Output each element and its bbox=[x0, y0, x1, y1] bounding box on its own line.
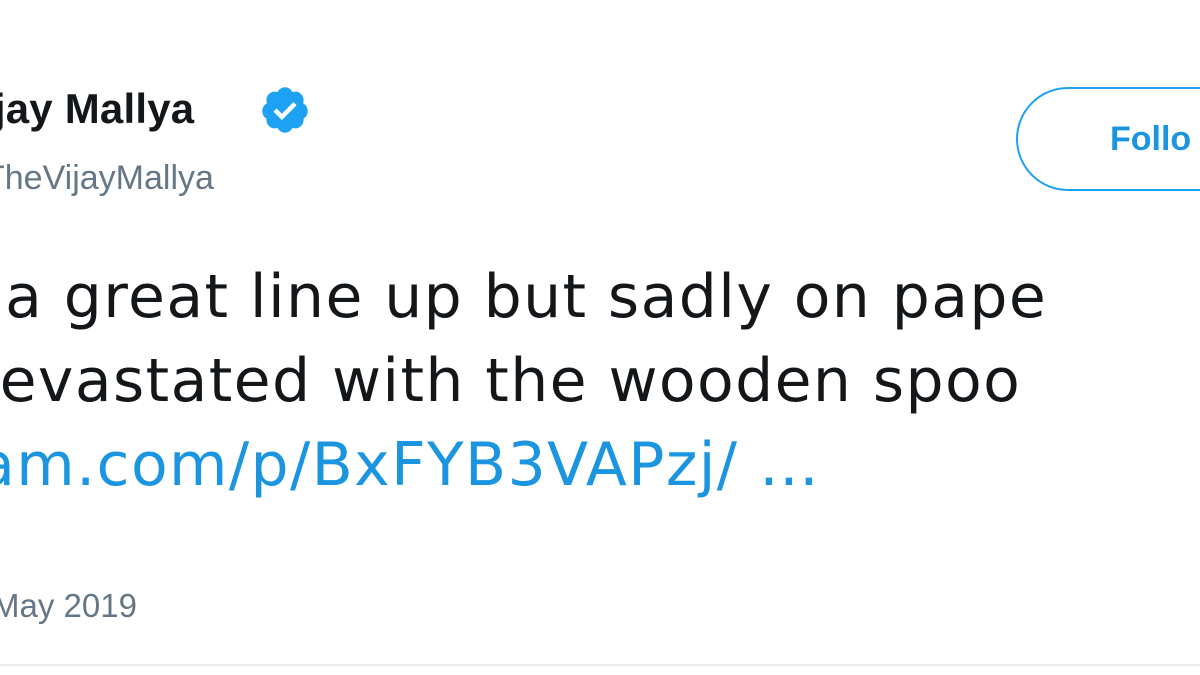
author-handle[interactable]: TheVijayMallya bbox=[0, 156, 214, 200]
divider bbox=[0, 664, 1200, 666]
tweet-link[interactable]: ram.com/p/BxFYB3VAPzj/ … bbox=[0, 423, 1200, 507]
tweet-text-line-1: s a great line up but sadly on pape bbox=[0, 262, 1048, 332]
follow-button[interactable]: Follo bbox=[1016, 87, 1200, 191]
tweet-text-line-2: Devastated with the wooden spoo bbox=[0, 346, 1022, 416]
tweet-timestamp[interactable]: May 2019 bbox=[0, 584, 137, 628]
tweet-card: ijay Mallya TheVijayMallya Follo s a gre… bbox=[0, 0, 1200, 675]
tweet-text: s a great line up but sadly on pape Deva… bbox=[0, 255, 1200, 507]
author-display-name[interactable]: ijay Mallya bbox=[0, 82, 194, 136]
verified-badge-icon bbox=[262, 87, 308, 133]
